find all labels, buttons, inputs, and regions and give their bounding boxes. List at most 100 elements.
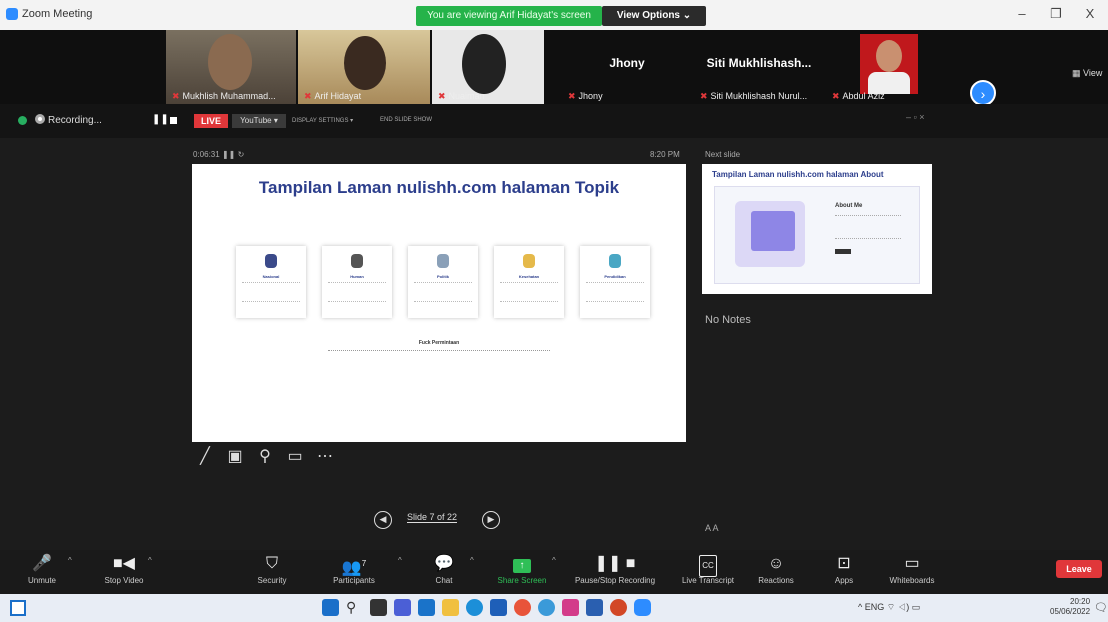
youtube-stream-dropdown[interactable]: YouTube ▾ <box>232 114 286 128</box>
presenter-view: 0:06:31 ❚❚ ↻ 8:20 PM Next slide Tampilan… <box>0 138 1108 550</box>
end-slide-show-button[interactable]: END SLIDE SHOW <box>380 117 432 123</box>
app-icon[interactable] <box>562 599 579 616</box>
mic-muted-icon: ✖ <box>172 91 180 101</box>
zoom-app-icon <box>6 8 18 20</box>
participant-name: Siti Mukhlishash Nurul... <box>710 91 808 101</box>
powerpoint-icon[interactable] <box>610 599 627 616</box>
taskbar-clock[interactable]: 20:20 05/06/2022 <box>1050 597 1090 617</box>
participant-name: Mukhlish Muhammad... <box>182 91 276 101</box>
participants-button[interactable]: 👥7 Participants <box>318 554 390 585</box>
reactions-button[interactable]: ☺ Reactions <box>740 554 812 585</box>
zoom-taskbar-icon[interactable] <box>634 599 651 616</box>
search-icon[interactable]: ⚲ <box>346 599 363 616</box>
participant-tile[interactable]: ✖ Arif Hidayat <box>298 30 430 104</box>
notes-font-size-controls[interactable]: A A <box>705 523 719 533</box>
topic-card: Pendidikan <box>580 246 650 318</box>
topic-icon <box>351 254 363 268</box>
display-settings-button[interactable]: DISPLAY SETTINGS ▾ <box>292 117 353 124</box>
pen-icon[interactable]: ╱ <box>196 446 214 468</box>
task-view-icon[interactable] <box>10 600 26 616</box>
task-view-taskbar-icon[interactable] <box>370 599 387 616</box>
pause-stop-recording-button[interactable]: ❚❚ ■ Pause/Stop Recording <box>574 554 656 585</box>
mail-icon[interactable] <box>490 599 507 616</box>
close-button[interactable]: X <box>1078 6 1102 21</box>
participant-tile[interactable]: ✖ Abdul Aziz <box>826 30 926 104</box>
whiteboards-button[interactable]: ▭ Whiteboards <box>876 554 948 585</box>
live-badge[interactable]: LIVE <box>194 114 228 128</box>
participant-name: Abdul Aziz <box>842 91 885 101</box>
minimize-button[interactable]: – <box>1010 6 1034 21</box>
pause-timer-icon[interactable]: ❚❚ <box>222 150 235 159</box>
participant-video <box>860 34 918 94</box>
more-options-icon[interactable]: ⋯ <box>316 446 334 468</box>
audio-options-caret[interactable]: ^ <box>68 556 72 565</box>
share-control-bar: Recording... ❚❚ LIVE YouTube ▾ DISPLAY S… <box>0 104 1108 138</box>
current-slide: Tampilan Laman nulishh.com halaman Topik… <box>192 164 686 442</box>
word-icon[interactable] <box>586 599 603 616</box>
share-options-caret[interactable]: ^ <box>552 556 556 565</box>
notification-icon[interactable]: 🗨 <box>1094 601 1108 614</box>
topic-icon <box>523 254 535 268</box>
meet-chat-icon[interactable] <box>394 599 411 616</box>
next-slide-illustration: About Me <box>714 186 920 284</box>
present-display-icon[interactable]: ▭ <box>286 446 304 468</box>
window-title: Zoom Meeting <box>22 8 93 20</box>
reset-timer-icon[interactable]: ↻ <box>238 150 245 159</box>
previous-slide-button[interactable]: ◀ <box>374 511 392 529</box>
participant-tile[interactable]: Jhony ✖ Jhony <box>562 30 692 104</box>
participant-name: Jhony <box>578 91 603 101</box>
participants-options-caret[interactable]: ^ <box>398 556 402 565</box>
windows-taskbar: ⚲ ^ ENG ⌔ ◁) ▭ 20:20 05/06/2022 🗨 <box>0 594 1108 622</box>
mic-muted-icon: ✖ <box>700 91 708 101</box>
firefox-icon[interactable] <box>514 599 531 616</box>
pause-stop-icon: ❚❚ ■ <box>594 555 636 572</box>
participant-name: Arif Hidayat <box>314 91 362 101</box>
app-icon[interactable] <box>418 599 435 616</box>
file-explorer-icon[interactable] <box>442 599 459 616</box>
topic-card: Human <box>322 246 392 318</box>
all-slides-icon[interactable]: ▣ <box>226 446 244 468</box>
participant-strip: ✖ Mukhlish Muhammad... ✖ Arif Hidayat ✖ Nua… <box>0 30 1108 106</box>
wifi-icon: ⌔ <box>886 602 896 612</box>
apps-button[interactable]: ⊡ Apps <box>808 554 880 585</box>
presenter-window-controls[interactable]: – ▫ × <box>906 112 924 122</box>
meeting-toolbar: 🎤 Unmute ^ ■◀ Stop Video ^ ⛉ Security 👥7… <box>0 550 1108 594</box>
view-options-button[interactable]: View Options ⌄ <box>602 6 706 26</box>
chat-options-caret[interactable]: ^ <box>470 556 474 565</box>
next-slide-label: Next slide <box>705 150 741 159</box>
video-options-caret[interactable]: ^ <box>148 556 152 565</box>
chrome-icon[interactable] <box>538 599 555 616</box>
slide-title: Tampilan Laman nulishh.com halaman Topik <box>258 178 620 197</box>
topic-card: Nasional <box>236 246 306 318</box>
topic-icon <box>609 254 621 268</box>
next-slide-preview[interactable]: Tampilan Laman nulishh.com halaman About… <box>702 164 932 294</box>
next-slide-title: Tampilan Laman nulishh.com halaman About <box>712 170 884 179</box>
presenter-tools: ╱ ▣ ⚲ ▭ ⋯ <box>196 446 334 468</box>
maximize-button[interactable]: ❐ <box>1044 6 1068 22</box>
volume-icon: ◁) <box>897 602 910 612</box>
about-heading: About Me <box>835 203 863 209</box>
mic-muted-icon: ✖ <box>438 91 446 101</box>
pause-recording-icon[interactable]: ❚❚ <box>152 114 169 125</box>
share-screen-button[interactable]: ↑ Share Screen <box>486 554 558 585</box>
slide-counter[interactable]: Slide 7 of 22 <box>407 512 458 523</box>
participant-tile[interactable]: ✖ Nuaiman <box>432 30 544 104</box>
participant-tile[interactable]: Siti Mukhlishash... ✖ Siti Mukhlishash Nu… <box>694 30 824 104</box>
view-button[interactable]: ▦ View <box>1072 68 1102 79</box>
share-screen-icon: ↑ <box>486 554 558 574</box>
next-participants-button[interactable]: › <box>970 80 996 106</box>
participant-tile[interactable]: ✖ Mukhlish Muhammad... <box>166 30 296 104</box>
elapsed-timer: 0:06:31 ❚❚ ↻ <box>193 150 245 159</box>
windows-start-icon[interactable] <box>322 599 339 616</box>
live-transcript-button[interactable]: CC Live Transcript <box>672 554 744 585</box>
leave-button[interactable]: Leave <box>1056 560 1102 578</box>
security-button[interactable]: ⛉ Security <box>236 554 308 585</box>
edge-browser-icon[interactable] <box>466 599 483 616</box>
zoom-magnifier-icon[interactable]: ⚲ <box>256 446 274 468</box>
participant-video <box>208 34 252 90</box>
stop-recording-icon[interactable] <box>170 117 177 124</box>
system-tray[interactable]: ^ ENG ⌔ ◁) ▭ <box>858 602 920 613</box>
next-slide-button[interactable]: ▶ <box>482 511 500 529</box>
apps-icon: ⊡ <box>837 555 851 572</box>
shield-icon <box>18 116 27 125</box>
